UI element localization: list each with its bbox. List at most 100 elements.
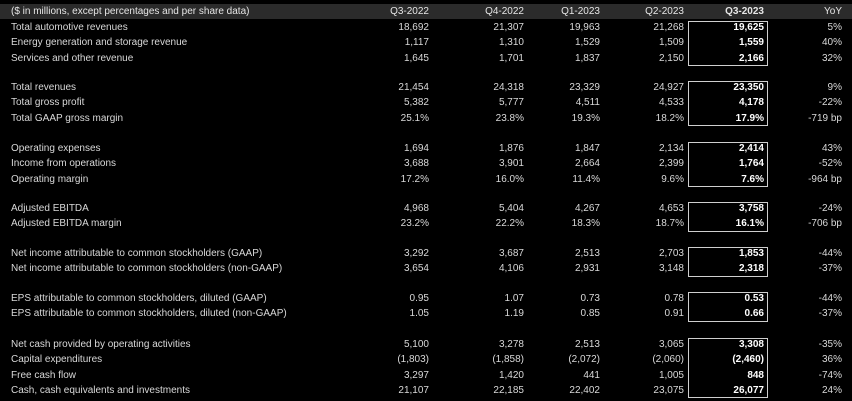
cell-current-quarter: 0.66 <box>744 308 764 320</box>
cell-value: 19.3% <box>571 112 600 124</box>
cell-value: 1,847 <box>574 143 600 154</box>
cell-value: 3,687 <box>498 248 524 259</box>
table-row: Total revenues 21,454 24,318 23,329 24,927 23… <box>0 80 852 95</box>
row-label: Cash, cash equivalents and investments <box>11 384 190 396</box>
cell-current-quarter: 2,318 <box>738 263 764 275</box>
cell-value: 441 <box>583 369 600 381</box>
cell-value: 21,107 <box>398 384 429 396</box>
cell-current-quarter: 4,178 <box>738 97 764 109</box>
header-period-current: Q3-2023 <box>725 6 764 17</box>
cell-value: 23.2% <box>400 218 429 230</box>
cell-current-quarter: 16.1% <box>735 218 764 230</box>
table-row: Net income attributable to common stockh… <box>0 261 852 276</box>
cell-value: 5,404 <box>498 203 524 214</box>
table-row: EPS attributable to common stockholders,… <box>0 291 852 306</box>
table-row: Net income attributable to common stockh… <box>0 246 852 261</box>
row-label: Total gross profit <box>11 97 85 109</box>
cell-value: 21,307 <box>493 22 524 33</box>
cell-value: 24,927 <box>653 82 684 93</box>
cell-current-quarter: (2,460) <box>732 354 764 366</box>
cell-value: 3,065 <box>658 339 684 350</box>
cell-value: 21,268 <box>653 22 684 33</box>
cell-value: 1,509 <box>658 37 684 49</box>
cell-value: 18.2% <box>655 112 684 124</box>
cell-value: 0.85 <box>580 308 600 320</box>
row-label: Income from operations <box>11 158 117 170</box>
row-label: Adjusted EBITDA <box>11 203 89 214</box>
row-label: Total automotive revenues <box>11 22 128 33</box>
cell-current-quarter: 1,559 <box>738 37 764 49</box>
cell-yoy: -964 bp <box>808 173 842 185</box>
cell-current-quarter: 19,625 <box>733 22 764 33</box>
header-period: Q1-2023 <box>561 6 600 17</box>
cell-yoy: -52% <box>818 158 842 170</box>
table-row: Capital expenditures (1,803) (1,858) (2,072… <box>0 352 852 367</box>
row-label: Operating expenses <box>11 143 101 154</box>
cell-value: 1.05 <box>409 308 429 320</box>
cell-yoy: -24% <box>818 203 842 214</box>
row-label: Total revenues <box>11 82 77 93</box>
row-label: Net income attributable to common stockh… <box>11 248 263 259</box>
header-label: ($ in millions, except percentages and p… <box>11 6 250 17</box>
cell-value: 2,703 <box>658 248 684 259</box>
cell-value: 3,688 <box>403 158 429 170</box>
table-row: Operating margin 17.2% 16.0% 11.4% 9.6% 7.6% -… <box>0 172 852 187</box>
row-label: Capital expenditures <box>11 354 103 366</box>
cell-value: 2,150 <box>658 52 684 64</box>
cell-yoy: -719 bp <box>808 112 842 124</box>
row-label: Services and other revenue <box>11 52 134 64</box>
cell-current-quarter: 7.6% <box>741 173 764 185</box>
table-row: Energy generation and storage revenue 1,1… <box>0 35 852 50</box>
row-label: EPS attributable to common stockholders,… <box>11 293 267 304</box>
cell-current-quarter: 23,350 <box>733 82 764 93</box>
table-row: EPS attributable to common stockholders,… <box>0 306 852 321</box>
table-row: Services and other revenue 1,645 1,701 1,83… <box>0 51 852 66</box>
cell-value: 22.2% <box>495 218 524 230</box>
cell-current-quarter: 17.9% <box>735 112 764 124</box>
cell-current-quarter: 26,077 <box>733 384 764 396</box>
cell-value: 1,529 <box>574 37 600 49</box>
cell-value: 23.8% <box>495 112 524 124</box>
row-label: Operating margin <box>11 173 89 185</box>
row-label: Net cash provided by operating activitie… <box>11 339 191 350</box>
table-row: Cash, cash equivalents and investments 21… <box>0 383 852 398</box>
table-row: Adjusted EBITDA margin 23.2% 22.2% 18.3% 18.… <box>0 216 852 231</box>
cell-value: 22,185 <box>493 384 524 396</box>
row-label: EPS attributable to common stockholders,… <box>11 308 287 320</box>
cell-value: 18.3% <box>571 218 600 230</box>
table-row: Operating expenses 1,694 1,876 1,847 2,134 2,… <box>0 141 852 156</box>
cell-value: 3,654 <box>403 263 429 275</box>
cell-value: 9.6% <box>661 173 684 185</box>
table-row: Total automotive revenues 18,692 21,307 19,… <box>0 20 852 35</box>
cell-value: 1,420 <box>498 369 524 381</box>
cell-current-quarter: 0.53 <box>744 293 764 304</box>
table-row: Free cash flow 3,297 1,420 441 1,005 848 -74% <box>0 368 852 383</box>
cell-value: 3,148 <box>658 263 684 275</box>
cell-yoy: -37% <box>818 308 842 320</box>
cell-value: 21,454 <box>398 82 429 93</box>
cell-value: (1,803) <box>397 354 429 366</box>
cell-value: 2,513 <box>574 248 600 259</box>
table-row: Income from operations 3,688 3,901 2,664 2,3… <box>0 156 852 171</box>
cell-yoy: -22% <box>818 97 842 109</box>
cell-value: 1.07 <box>504 293 524 304</box>
cell-value: 17.2% <box>400 173 429 185</box>
cell-current-quarter: 848 <box>747 369 764 381</box>
cell-value: 2,513 <box>574 339 600 350</box>
cell-value: 2,931 <box>574 263 600 275</box>
cell-yoy: -44% <box>818 248 842 259</box>
cell-value: 3,901 <box>498 158 524 170</box>
cell-yoy: -35% <box>818 339 842 350</box>
header-yoy: YoY <box>824 6 842 17</box>
cell-value: 4,533 <box>658 97 684 109</box>
cell-value: 4,511 <box>575 97 600 109</box>
cell-value: (1,858) <box>492 354 524 366</box>
row-label: Energy generation and storage revenue <box>11 37 188 49</box>
cell-value: 5,100 <box>403 339 429 350</box>
cell-value: 1,701 <box>498 52 524 64</box>
cell-value: 4,267 <box>574 203 600 214</box>
cell-value: 4,968 <box>403 203 429 214</box>
cell-value: 11.4% <box>572 173 600 185</box>
header-period: Q2-2023 <box>645 6 684 17</box>
cell-yoy: -706 bp <box>808 218 842 230</box>
